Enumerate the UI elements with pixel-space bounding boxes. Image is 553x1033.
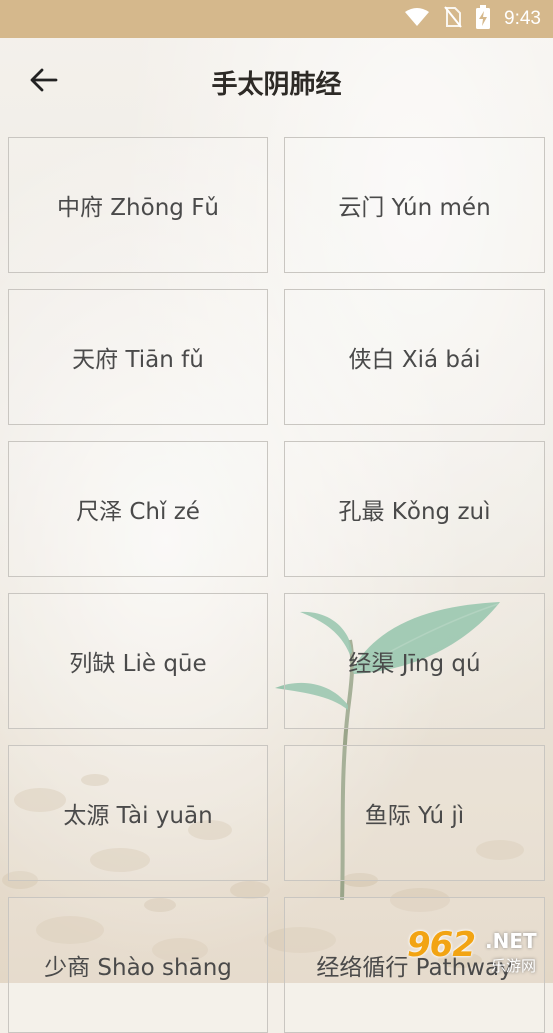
watermark-subtitle: 乐游网 bbox=[491, 957, 537, 975]
point-card-jingqu[interactable]: 经渠 Jīng qú bbox=[284, 593, 545, 729]
point-label: 经渠 Jīng qú bbox=[348, 651, 481, 677]
watermark-domain: .NET bbox=[485, 929, 537, 953]
battery-charging-icon bbox=[476, 5, 491, 33]
point-label: 侠白 Xiá bái bbox=[348, 347, 481, 373]
point-label: 尺泽 Chǐ zé bbox=[76, 499, 200, 525]
point-card-lieque[interactable]: 列缺 Liè qūe bbox=[8, 593, 268, 729]
point-label: 少商 Shào shāng bbox=[44, 955, 232, 981]
point-card-xiabai[interactable]: 侠白 Xiá bái bbox=[284, 289, 545, 425]
point-label: 太源 Tài yuān bbox=[63, 803, 213, 829]
point-card-taiyuan[interactable]: 太源 Tài yuān bbox=[8, 745, 268, 881]
point-label: 天府 Tiān fǔ bbox=[72, 347, 204, 373]
point-card-tianfu[interactable]: 天府 Tiān fǔ bbox=[8, 289, 268, 425]
point-card-zhongfu[interactable]: 中府 Zhōng Fǔ bbox=[8, 137, 268, 273]
point-card-shaoshang[interactable]: 少商 Shào shāng bbox=[8, 897, 268, 1033]
status-time: 9:43 bbox=[504, 8, 541, 29]
no-sim-icon bbox=[444, 6, 462, 32]
header: 手太阴肺经 bbox=[0, 38, 553, 126]
page-title: 手太阴肺经 bbox=[211, 70, 342, 100]
point-label: 孔最 Kǒng zuì bbox=[338, 499, 491, 525]
acupoint-grid: 中府 Zhōng Fǔ 云门 Yún mén 天府 Tiān fǔ 侠白 Xiá… bbox=[8, 137, 545, 1033]
point-label: 鱼际 Yú jì bbox=[364, 803, 465, 829]
status-bar: 9:43 bbox=[0, 0, 553, 38]
wifi-icon bbox=[404, 7, 430, 31]
point-card-yunmen[interactable]: 云门 Yún mén bbox=[284, 137, 545, 273]
point-card-chize[interactable]: 尺泽 Chǐ zé bbox=[8, 441, 268, 577]
watermark-number: 962 bbox=[407, 925, 476, 965]
site-watermark: 962 .NET 乐游网 bbox=[399, 925, 549, 981]
point-card-kongzui[interactable]: 孔最 Kǒng zuì bbox=[284, 441, 545, 577]
point-label: 中府 Zhōng Fǔ bbox=[56, 195, 219, 221]
point-label: 云门 Yún mén bbox=[338, 195, 491, 221]
point-card-yuji[interactable]: 鱼际 Yú jì bbox=[284, 745, 545, 881]
point-label: 列缺 Liè qūe bbox=[69, 651, 207, 677]
